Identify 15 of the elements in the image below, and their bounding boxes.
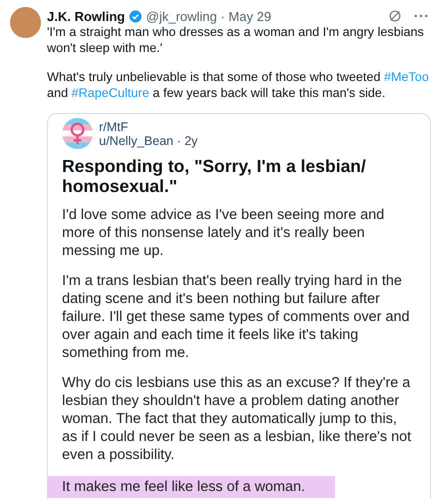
post-paragraph: Why do cis lesbians use this as an excuse? If they're a lesbian they shouldn't have a problem dating another woman. The fact that they automatically jump to this, as if I could never be seen as a lesbian, like there's not even a possibility. — [62, 374, 412, 465]
handle-and-date: @jk_rowling · May 29 — [146, 8, 272, 24]
post-author[interactable]: u/Nelly_Bean · 2y — [99, 134, 198, 148]
trans-flag-avatar-icon[interactable] — [62, 118, 93, 149]
author-name[interactable]: J.K. Rowling — [47, 8, 125, 24]
post-title: Responding to, "Sorry, I'm a lesbian/ homosexual." — [62, 156, 367, 196]
post-paragraph: I'd love some advice as I've been seeing more and more of this nonsense lately and it's really been messing me up. — [62, 206, 386, 261]
more-icon[interactable] — [414, 14, 428, 18]
tweet-text: 'I'm a straight man who dresses as a woman and I'm angry lesbians won't sleep with me.' — [47, 25, 425, 56]
post-paragraph: I'm a trans lesbian that's been really trying hard in the dating scene and it's been nothing but failure after failure. I'll get these same types of comments over and over again and each time it feels like it's taking something from me. — [62, 272, 410, 363]
avatar[interactable] — [10, 7, 41, 38]
post-paragraph: It makes me feel like less of a woman. — [48, 476, 336, 498]
slashed-circle-icon[interactable] — [388, 9, 402, 23]
subreddit-name[interactable]: r/MtF — [99, 120, 198, 134]
tweet-text: What's truly unbelievable is that some of those who tweeted #MeToo and #RapeCulture a few years back will take this man's side. — [47, 70, 429, 101]
